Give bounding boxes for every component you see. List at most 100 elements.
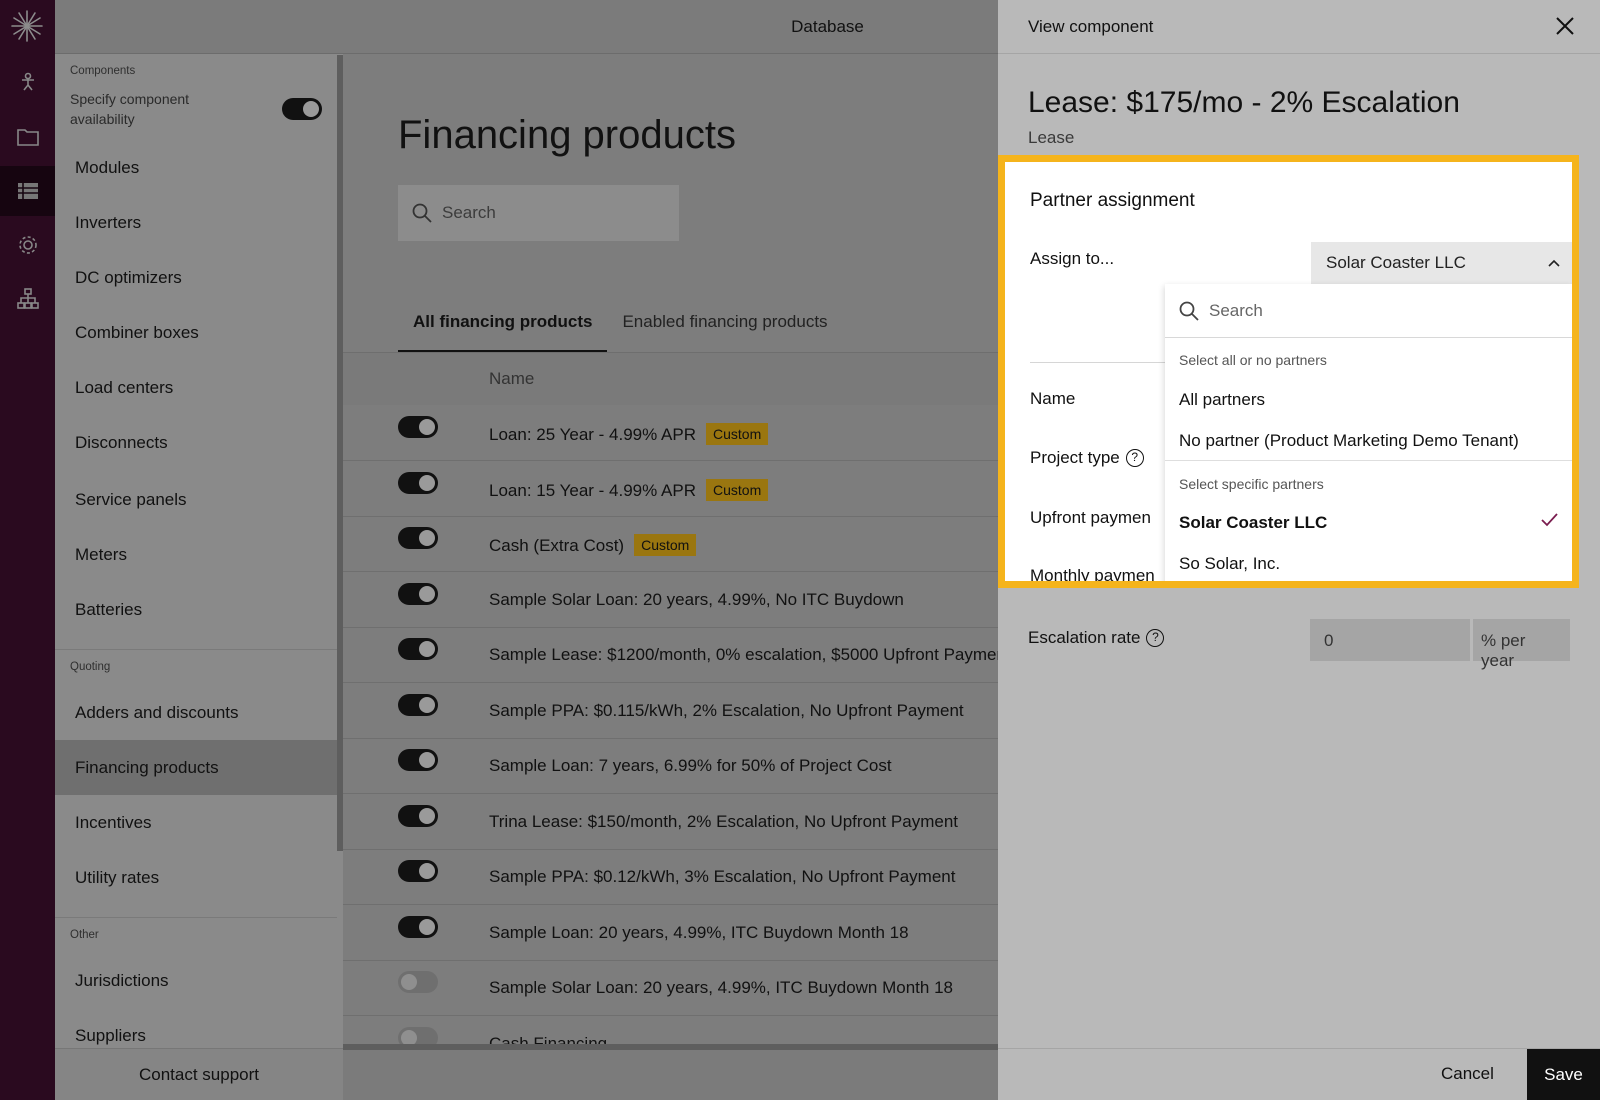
financing-name: Sample Lease: $1200/month, 0% escalation… bbox=[489, 645, 998, 665]
table-row[interactable]: Loan: 15 Year - 4.99% APR Custom bbox=[343, 462, 998, 517]
enabled-toggle[interactable] bbox=[398, 527, 438, 549]
nav-load-centers[interactable]: Load centers bbox=[55, 360, 337, 415]
nav-divider bbox=[55, 917, 337, 918]
rail-database[interactable] bbox=[0, 166, 55, 216]
rail-settings[interactable] bbox=[0, 220, 55, 270]
custom-badge: Custom bbox=[706, 423, 769, 445]
financing-name: Sample Loan: 7 years, 6.99% for 50% of P… bbox=[489, 756, 892, 776]
panel-title: View component bbox=[1028, 17, 1154, 36]
table-row[interactable]: Loan: 25 Year - 4.99% APR Custom bbox=[343, 406, 998, 461]
enabled-toggle[interactable] bbox=[398, 638, 438, 660]
custom-badge: Custom bbox=[634, 534, 697, 556]
help-icon[interactable]: ? bbox=[1125, 449, 1144, 467]
partner-dropdown: Search Select all or no partners All par… bbox=[1165, 284, 1572, 581]
rail-org[interactable] bbox=[0, 274, 55, 324]
upfront-payment-label: Upfront paymen bbox=[1030, 508, 1151, 527]
financing-name: Loan: 25 Year - 4.99% APR Custom bbox=[489, 423, 769, 445]
dropdown-search-placeholder: Search bbox=[1209, 300, 1263, 320]
partner-assignment-card: Partner assignment Assign to... Solar Co… bbox=[998, 155, 1579, 588]
option-so-solar[interactable]: So Solar, Inc. bbox=[1179, 554, 1280, 574]
assign-to-select[interactable]: Solar Coaster LLC bbox=[1311, 242, 1572, 284]
table-row[interactable]: Sample PPA: $0.115/kWh, 2% Escalation, N… bbox=[343, 684, 998, 739]
org-chart-icon bbox=[16, 288, 39, 309]
dropdown-separator bbox=[1165, 460, 1572, 461]
dropdown-search-input[interactable]: Search bbox=[1165, 284, 1572, 338]
chevron-up-icon bbox=[1548, 259, 1560, 267]
top-bar: Database bbox=[55, 0, 998, 54]
app-rail bbox=[0, 0, 55, 1100]
table-row[interactable]: Sample PPA: $0.12/kWh, 3% Escalation, No… bbox=[343, 850, 998, 905]
option-no-partner[interactable]: No partner (Product Marketing Demo Tenan… bbox=[1179, 431, 1519, 451]
search-placeholder: Search bbox=[442, 203, 496, 222]
rail-projects[interactable] bbox=[0, 57, 55, 107]
financing-name: Sample PPA: $0.115/kWh, 2% Escalation, N… bbox=[489, 701, 964, 721]
nav-meters[interactable]: Meters bbox=[55, 527, 337, 582]
nav-jurisdictions[interactable]: Jurisdictions bbox=[55, 953, 337, 1008]
financing-name-text: Sample Loan: 7 years, 6.99% for 50% of P… bbox=[489, 756, 892, 775]
person-icon bbox=[21, 72, 34, 91]
main-content: Financing products Search All financing … bbox=[343, 54, 998, 1100]
search-input[interactable]: Search bbox=[398, 185, 679, 241]
table-row[interactable]: Sample Lease: $1200/month, 0% escalation… bbox=[343, 628, 998, 683]
financing-name: Cash (Extra Cost) Custom bbox=[489, 534, 697, 556]
contact-support-button[interactable]: Contact support bbox=[55, 1048, 343, 1100]
table-row[interactable]: Trina Lease: $150/month, 2% Escalation, … bbox=[343, 795, 998, 850]
financing-name: Loan: 15 Year - 4.99% APR Custom bbox=[489, 478, 769, 501]
option-solar-coaster[interactable]: Solar Coaster LLC bbox=[1179, 513, 1327, 533]
section-divider bbox=[1030, 362, 1170, 363]
tab-enabled-financing[interactable]: Enabled financing products bbox=[607, 312, 842, 352]
close-icon[interactable] bbox=[1554, 15, 1576, 37]
nav-financing-products[interactable]: Financing products bbox=[55, 740, 337, 795]
partner-assignment-title: Partner assignment bbox=[1030, 190, 1195, 211]
enabled-toggle[interactable] bbox=[398, 804, 438, 827]
enabled-toggle[interactable] bbox=[398, 471, 438, 494]
checkmark-icon bbox=[1541, 513, 1558, 527]
tab-all-financing[interactable]: All financing products bbox=[398, 312, 608, 352]
escalation-rate-input[interactable]: 0 bbox=[1310, 619, 1470, 661]
nav-adders-discounts[interactable]: Adders and discounts bbox=[55, 685, 337, 740]
table-row[interactable]: Sample Solar Loan: 20 years, 4.99%, ITC … bbox=[343, 961, 998, 1016]
enabled-toggle[interactable] bbox=[398, 582, 438, 605]
nav-service-panels[interactable]: Service panels bbox=[55, 472, 337, 527]
table-row[interactable]: Sample Loan: 7 years, 6.99% for 50% of P… bbox=[343, 739, 998, 794]
save-button[interactable]: Save bbox=[1527, 1049, 1600, 1100]
nav-combiner-boxes[interactable]: Combiner boxes bbox=[55, 305, 337, 360]
section-other: Other bbox=[70, 929, 99, 941]
help-icon[interactable]: ? bbox=[1146, 629, 1165, 647]
enabled-toggle[interactable] bbox=[398, 860, 438, 882]
enabled-toggle[interactable] bbox=[398, 915, 438, 938]
nav-disconnects[interactable]: Disconnects bbox=[55, 415, 337, 470]
enabled-toggle[interactable] bbox=[398, 416, 438, 438]
nav-inverters[interactable]: Inverters bbox=[55, 195, 337, 250]
search-icon bbox=[1179, 301, 1199, 321]
table-row[interactable]: Sample Loan: 20 years, 4.99%, ITC Buydow… bbox=[343, 906, 998, 961]
nav-dc-optimizers[interactable]: DC optimizers bbox=[55, 250, 337, 305]
enabled-toggle[interactable] bbox=[398, 693, 438, 716]
table-row[interactable]: Sample Solar Loan: 20 years, 4.99%, No I… bbox=[343, 573, 998, 628]
search-icon bbox=[412, 203, 432, 223]
gear-icon bbox=[18, 236, 37, 254]
financing-name-text: Cash (Extra Cost) bbox=[489, 536, 625, 555]
financing-name-text: Sample Solar Loan: 20 years, 4.99%, No I… bbox=[489, 589, 904, 609]
escalation-unit: % per year bbox=[1473, 619, 1570, 670]
nav-utility-rates[interactable]: Utility rates bbox=[55, 850, 337, 905]
nav-modules[interactable]: Modules bbox=[55, 140, 337, 195]
nav-incentives[interactable]: Incentives bbox=[55, 795, 337, 850]
financing-name: Sample Solar Loan: 20 years, 4.99%, No I… bbox=[489, 590, 904, 610]
table-row[interactable]: Cash (Extra Cost) Custom bbox=[343, 517, 998, 572]
financing-name: Sample PPA: $0.12/kWh, 3% Escalation, No… bbox=[489, 867, 955, 887]
custom-badge: Custom bbox=[706, 478, 769, 501]
group-specific-partners: Select specific partners bbox=[1179, 476, 1324, 492]
side-nav: Components Specify component availabilit… bbox=[55, 0, 343, 1100]
escalation-rate-text: Escalation rate bbox=[1028, 628, 1141, 647]
nav-divider bbox=[55, 649, 337, 650]
option-all-partners[interactable]: All partners bbox=[1179, 390, 1265, 410]
enabled-toggle[interactable] bbox=[398, 749, 438, 771]
financing-name: Sample Loan: 20 years, 4.99%, ITC Buydow… bbox=[489, 923, 909, 943]
rail-folder[interactable] bbox=[0, 112, 55, 162]
nav-batteries[interactable]: Batteries bbox=[55, 582, 337, 637]
enabled-toggle[interactable] bbox=[398, 971, 438, 993]
cancel-button[interactable]: Cancel bbox=[1441, 1064, 1494, 1084]
financing-name-text: Loan: 15 Year - 4.99% APR bbox=[489, 480, 696, 500]
specify-availability-toggle[interactable] bbox=[282, 98, 322, 120]
